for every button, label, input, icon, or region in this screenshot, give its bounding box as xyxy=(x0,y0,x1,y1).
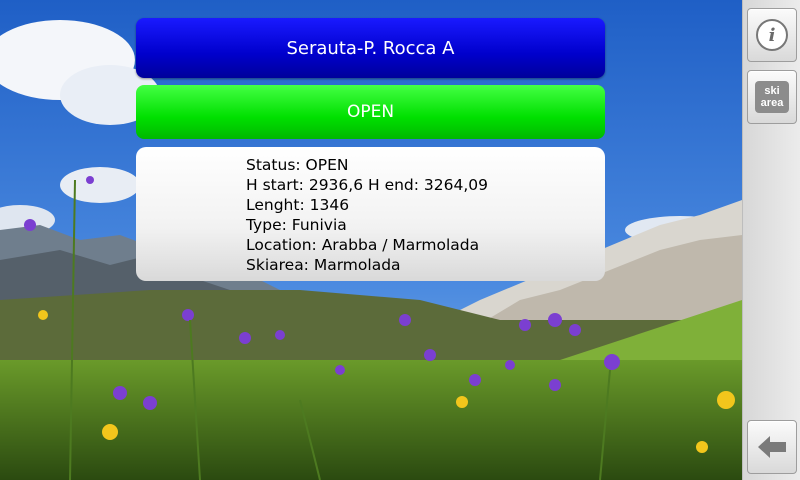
info-icon: i xyxy=(756,19,788,51)
right-toolbar: i ski area xyxy=(742,0,800,480)
arrow-left-icon xyxy=(758,436,786,458)
detail-heights: H start: 2936,6 H end: 3264,09 xyxy=(246,176,489,194)
lift-name: Serauta-P. Rocca A xyxy=(286,37,455,59)
detail-length: Lenght: 1346 xyxy=(246,196,350,214)
detail-type: Type: Funivia xyxy=(246,216,347,234)
lift-status-bar: OPEN xyxy=(136,85,605,139)
detail-skiarea: Skiarea: Marmolada xyxy=(246,256,401,274)
ski-area-icon: ski area xyxy=(755,81,789,113)
detail-location: Location: Arabba / Marmolada xyxy=(246,236,480,254)
back-button[interactable] xyxy=(747,420,797,474)
info-button[interactable]: i xyxy=(747,8,797,62)
ski-area-button[interactable]: ski area xyxy=(747,70,797,124)
detail-status: Status: OPEN xyxy=(246,156,349,174)
lift-status-label: OPEN xyxy=(346,102,395,122)
lift-details-panel: Status: OPEN H start: 2936,6 H end: 3264… xyxy=(136,147,605,281)
lift-name-bar: Serauta-P. Rocca A xyxy=(136,18,605,78)
